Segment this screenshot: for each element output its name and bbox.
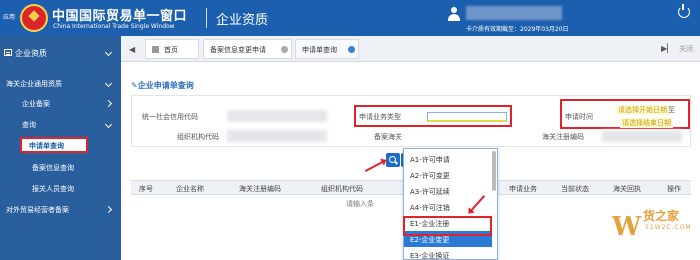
sidebar-item-label: 备案信息查询: [32, 164, 74, 172]
sidebar-item-label: 报关人员查询: [32, 185, 74, 193]
app-menu-link[interactable]: 应用: [3, 12, 15, 21]
home-icon: [152, 46, 159, 53]
start-date-input[interactable]: 请选择开始日期: [616, 105, 669, 115]
customs-reg-label: 海关注册编码: [542, 133, 584, 141]
search-button[interactable]: [386, 153, 400, 167]
edit-icon: ✎: [131, 81, 138, 90]
sidebar-item-label: 申请单查询: [29, 142, 64, 150]
customs-label: 备案海关: [374, 133, 402, 141]
query-form: 统一社会信用代码 组织机构代码 申请业务类型 备案海关 申请时间 请选择开始日期…: [131, 95, 691, 147]
sidebar-item-customs-qualification[interactable]: 海关企业通用资质: [0, 77, 121, 91]
col-header: 序号: [139, 185, 153, 193]
chevron-down-icon: [104, 48, 113, 57]
sidebar-header[interactable]: 企业资质: [0, 46, 121, 60]
selected-option-highlight: [403, 216, 492, 236]
sidebar-item-label: 查询: [22, 121, 36, 129]
option-label: A4-许可注销: [410, 204, 450, 212]
sidebar-item-label: 对外贸易经营者备案: [6, 206, 69, 214]
col-header: 海关注册编码: [239, 185, 281, 193]
national-emblem-logo: [20, 4, 48, 32]
credit-code-input[interactable]: [227, 110, 327, 122]
chevron-down-icon: [104, 79, 113, 88]
dropdown-option[interactable]: E3-企业换证: [404, 247, 492, 260]
dropdown-option[interactable]: A1-许可申请: [404, 151, 492, 167]
customs-reg-input[interactable]: [602, 130, 682, 142]
option-label: E2-企业变更: [410, 236, 450, 244]
chevron-right-icon: [104, 205, 113, 214]
sidebar-item-label: 海关企业通用资质: [6, 80, 62, 88]
col-header: 当前状态: [561, 185, 589, 193]
brand-divider: [206, 8, 207, 28]
sidebar-item-filing-info-query[interactable]: 备案信息查询: [0, 161, 121, 175]
tab-label: 申请单查询: [302, 46, 337, 54]
option-label: A3-许可延续: [410, 188, 450, 196]
tab-home-label: 首页: [164, 46, 178, 54]
sidebar-item-query[interactable]: 查询: [0, 118, 121, 132]
col-header: 组织机构代码: [321, 185, 363, 193]
col-header: 操作: [667, 185, 681, 193]
tab-filing-change[interactable]: 备案信息变更申请: [203, 39, 292, 59]
tab-label: 备案信息变更申请: [210, 46, 266, 54]
sidebar-item-label: 企业备案: [22, 100, 50, 108]
close-tabs-button[interactable]: 关闭: [679, 44, 693, 54]
option-label: E3-企业换证: [410, 252, 450, 260]
watermark-text: 货之家: [643, 209, 680, 223]
user-name-redacted: [466, 6, 562, 20]
dropdown-option[interactable]: A3-许可延续: [404, 183, 492, 199]
tab-close-icon[interactable]: [281, 46, 288, 53]
tab-home[interactable]: 首页: [145, 39, 199, 59]
tab-bar: ◀ 首页 备案信息变更申请 申请单查询 ▶▏ 关闭: [121, 36, 700, 62]
page-title: ✎企业申请单查询: [131, 80, 194, 91]
dropdown-scrollbar[interactable]: [492, 151, 496, 191]
cert-validity-text: 卡介质有效期截至：2029年03月20日: [466, 26, 569, 33]
sidebar-item-declarant-query[interactable]: 报关人员查询: [0, 182, 121, 196]
end-date-input[interactable]: 请选择结束日期: [620, 118, 673, 128]
tab-scroll-left-icon[interactable]: ◀: [129, 45, 135, 54]
user-icon[interactable]: [448, 7, 460, 21]
biz-type-label: 申请业务类型: [359, 113, 401, 121]
option-label: A2-许可变更: [410, 172, 450, 180]
credit-code-label: 统一社会信用代码: [142, 113, 198, 121]
chevron-right-icon: [104, 99, 113, 108]
option-label: A1-许可申请: [410, 156, 450, 164]
pointer-arrow: [364, 159, 386, 173]
col-header: 海关回执: [613, 185, 641, 193]
menu-icon: [4, 49, 12, 56]
col-header: 企业名称: [176, 185, 204, 193]
sidebar-item-foreign-trade-filing[interactable]: 对外贸易经营者备案: [0, 203, 121, 217]
org-code-label: 组织机构代码: [177, 133, 219, 141]
tab-scroll-right-icon[interactable]: ▶▏: [661, 44, 673, 53]
tab-close-icon[interactable]: [348, 46, 355, 53]
tab-application-query[interactable]: 申请单查询: [295, 39, 359, 59]
table-empty-text: 请输入条: [346, 200, 374, 208]
sidebar: 企业资质 海关企业通用资质 企业备案 查询 申请单查询 备案信息查询 报关人员查…: [0, 36, 121, 260]
page-title-text: 企业申请单查询: [137, 81, 194, 90]
biz-type-dropdown: A1-许可申请 A2-许可变更 A3-许可延续 A4-许可注销 E1-企业注册 …: [403, 148, 498, 260]
section-title: 企业资质: [216, 13, 269, 28]
sidebar-item-application-query[interactable]: 申请单查询: [20, 137, 88, 153]
date-to-label: 至: [668, 106, 675, 114]
top-header: 应用 中国国际贸易单一窗口 China International Trade …: [0, 0, 700, 36]
logout-power-icon[interactable]: [678, 4, 690, 18]
sidebar-item-enterprise-filing[interactable]: 企业备案: [0, 97, 121, 111]
apply-time-label: 申请时间: [565, 113, 593, 121]
biz-type-select[interactable]: [427, 112, 507, 122]
dropdown-option[interactable]: A2-许可变更: [404, 167, 492, 183]
brand-subtitle: China International Trade Single Window: [53, 23, 175, 30]
chevron-down-icon: [104, 120, 113, 129]
watermark-logo: W: [612, 212, 642, 242]
sidebar-title: 企业资质: [15, 49, 47, 58]
watermark-url: 51W2C.COM: [645, 224, 692, 231]
col-header: 申请业务: [509, 185, 537, 193]
org-code-input[interactable]: [227, 130, 327, 142]
brand-title: 中国国际贸易单一窗口: [52, 9, 188, 24]
